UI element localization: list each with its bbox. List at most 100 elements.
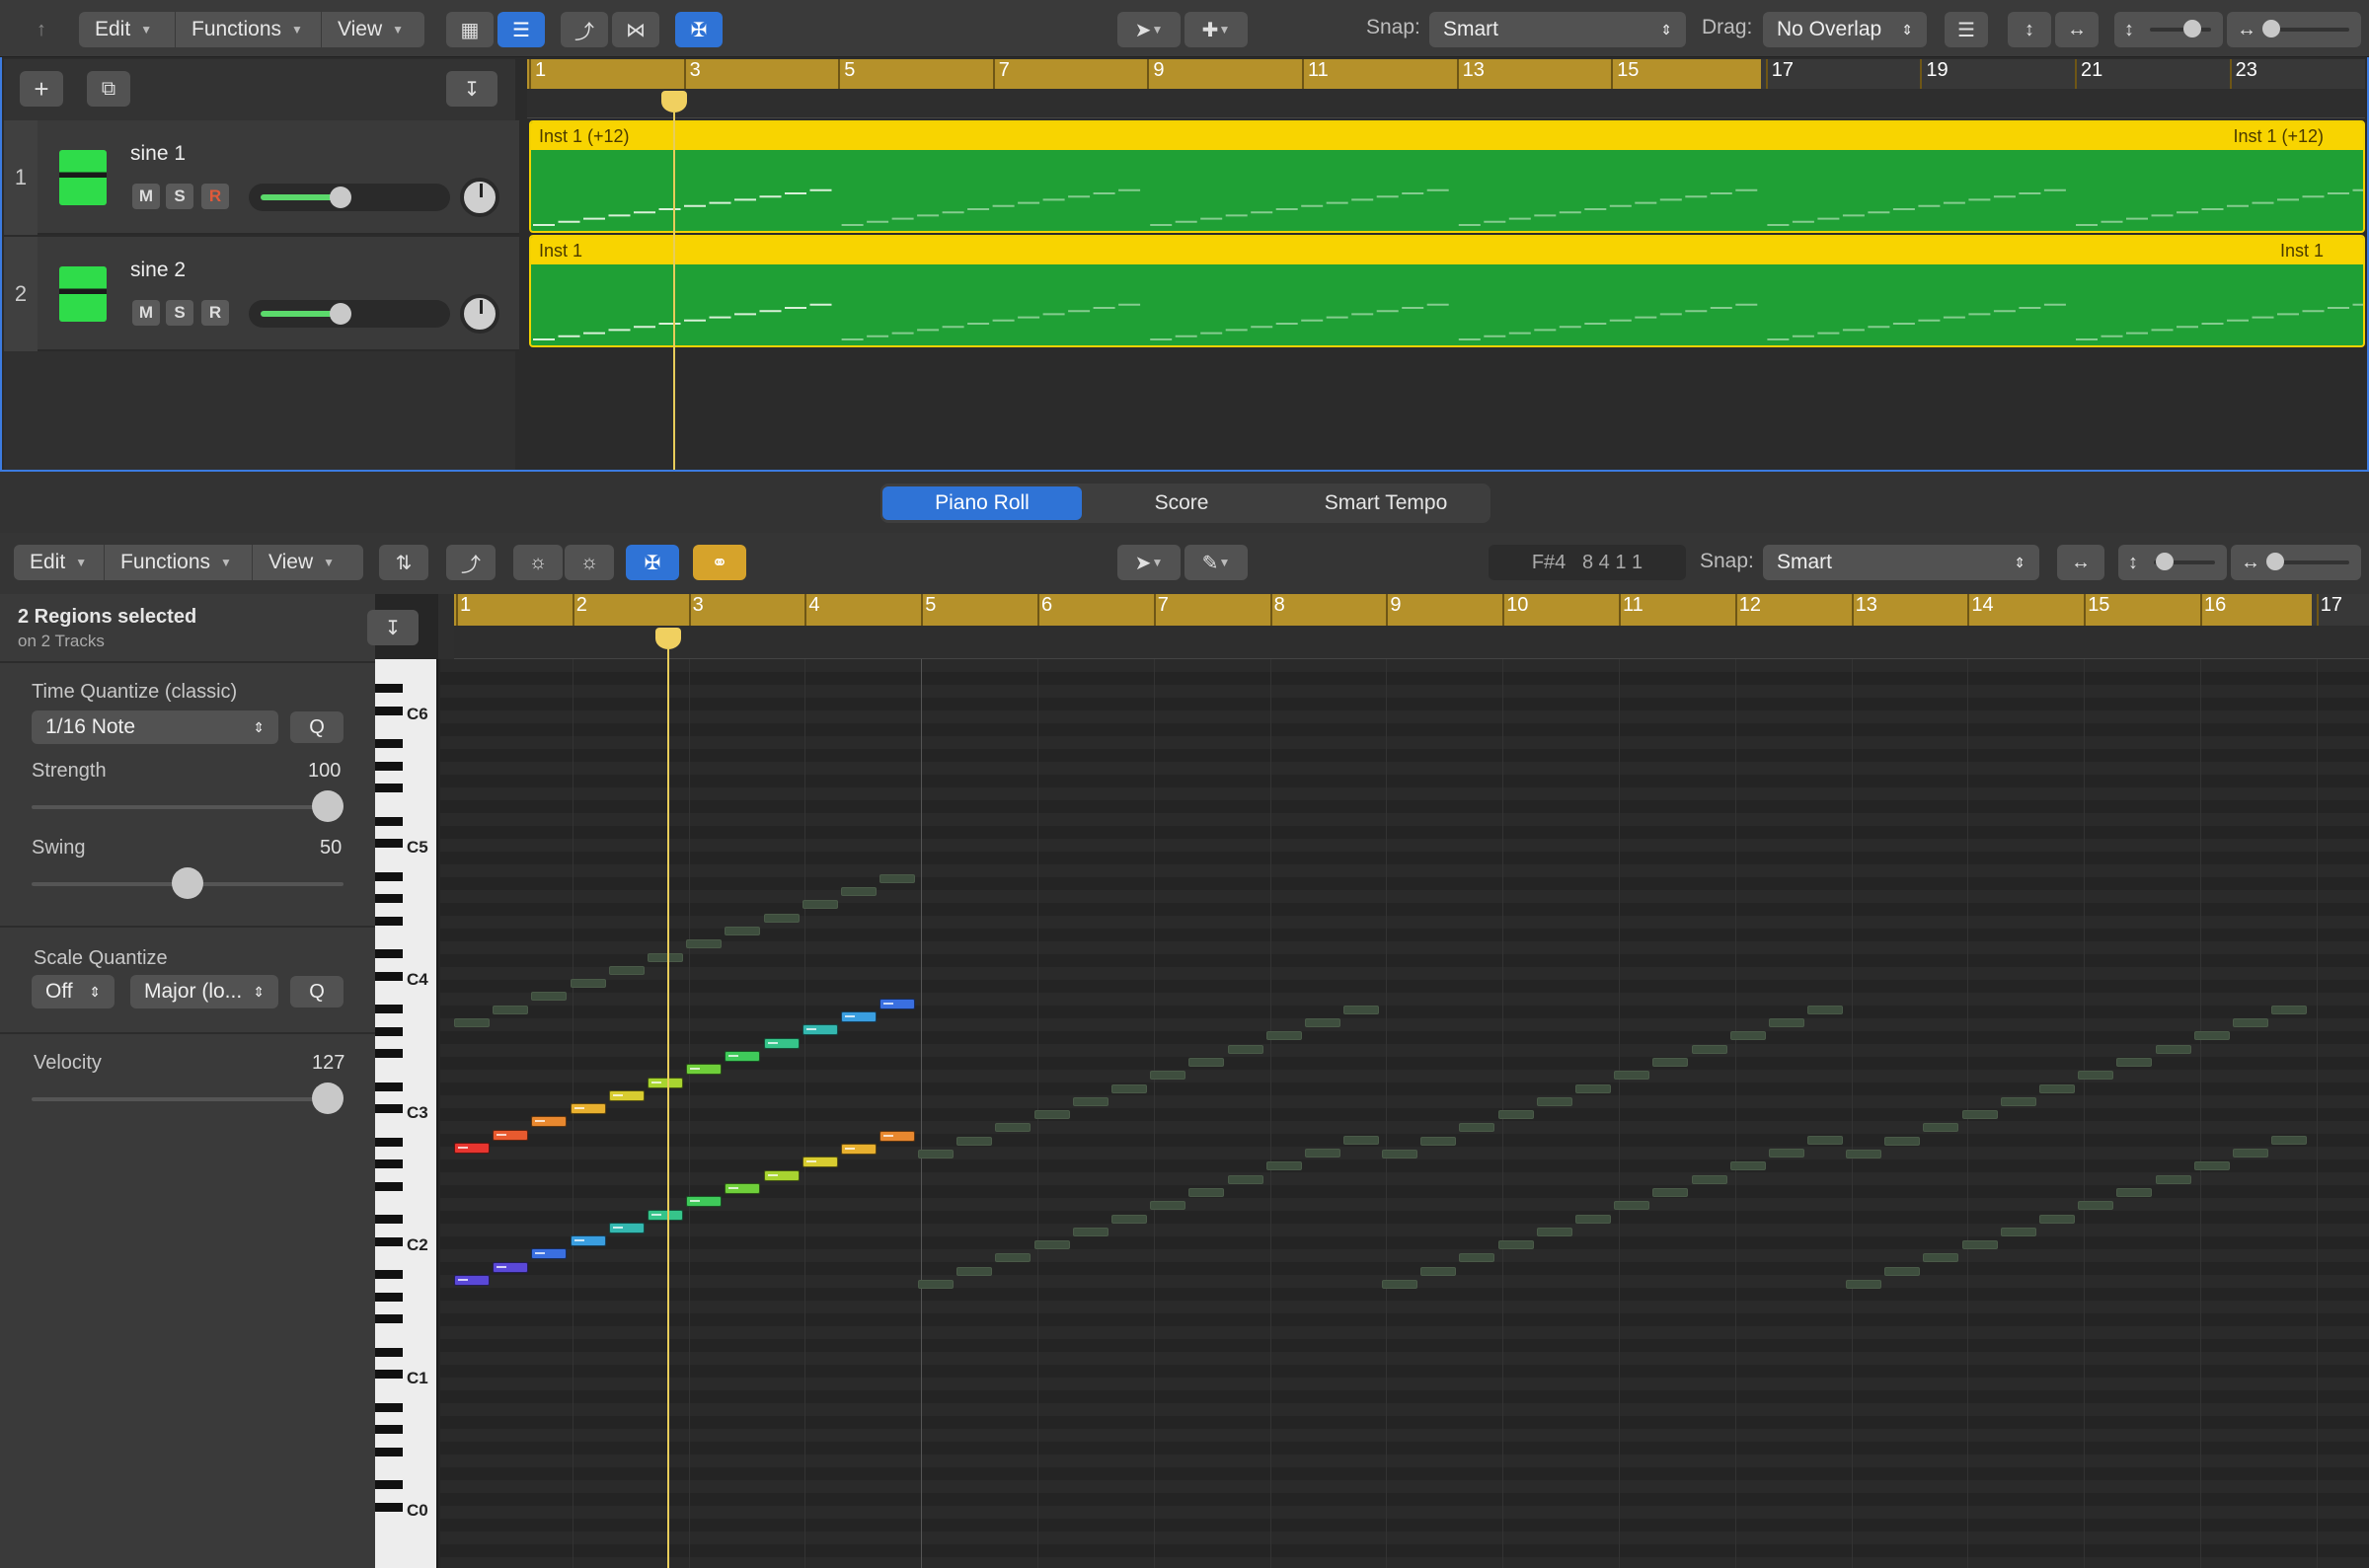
track-row[interactable]: 1 sine 1 M S R [4,120,519,235]
black-key[interactable] [375,1270,403,1280]
strength-slider[interactable] [32,805,344,809]
black-key[interactable] [375,1215,403,1225]
black-key[interactable] [375,1447,403,1456]
volume-knob[interactable] [330,303,352,325]
horizontal-zoom-slider[interactable] [2266,553,2349,570]
midi-note[interactable] [608,1089,645,1101]
black-key[interactable] [375,761,403,771]
midi-note[interactable] [454,1143,490,1154]
tab-piano-roll[interactable]: Piano Roll [882,486,1082,520]
top-view-menu[interactable]: View ▼ [322,12,424,47]
top-functions-menu[interactable]: Functions ▼ [176,12,322,47]
black-key[interactable] [375,1026,403,1036]
list-view-icon[interactable]: ☰ [497,12,545,47]
midi-note[interactable] [493,1129,529,1141]
midi-note[interactable] [841,1011,877,1022]
black-key[interactable] [375,1425,403,1435]
midi-region[interactable]: Inst 1 Inst 1 [529,235,2365,347]
time-quantize-dropdown[interactable]: 1/16 Note ⇕ [32,710,278,744]
black-key[interactable] [375,894,403,904]
black-key[interactable] [375,1370,403,1380]
strength-knob[interactable] [312,790,344,822]
midi-region[interactable]: Inst 1 (+12) Inst 1 (+12) [529,120,2365,233]
tab-smart-tempo[interactable]: Smart Tempo [1283,486,1489,520]
tracks-ruler[interactable] [527,59,1761,89]
black-key[interactable] [375,1159,403,1169]
top-snap-dropdown[interactable]: Smart ⇕ [1429,12,1686,47]
grid-view-icon[interactable]: ▦ [446,12,494,47]
velocity-slider[interactable] [32,1097,344,1101]
solo-button[interactable]: S [166,184,193,209]
midi-note[interactable] [648,1209,683,1221]
midi-note[interactable] [763,1169,800,1181]
black-key[interactable] [375,1347,403,1357]
quantize-button[interactable]: Q [290,711,344,743]
midi-note[interactable] [879,1130,916,1142]
midi-in-icon[interactable]: ☼ [513,545,563,580]
black-key[interactable] [375,1137,403,1147]
volume-knob[interactable] [330,187,352,208]
black-key[interactable] [375,1005,403,1014]
mute-button[interactable]: M [132,300,160,326]
black-key[interactable] [375,1049,403,1059]
horizontal-zoom-slider[interactable] [2262,20,2349,37]
midi-note[interactable] [531,1116,568,1128]
editor-functions-menu[interactable]: Functions ▼ [105,545,253,580]
track-name[interactable]: sine 1 [130,142,186,166]
automation-icon[interactable]: ⤴ [446,545,496,580]
pointer-tool-icon[interactable]: ➤ ▼ [1117,12,1181,47]
black-key[interactable] [375,1082,403,1091]
inspector-download-icon[interactable]: ↧ [367,610,419,645]
catch-playhead-icon[interactable]: ✠ [626,545,679,580]
solo-button[interactable]: S [166,300,193,326]
horizontal-fit-icon[interactable]: ↔ [2057,545,2104,580]
black-key[interactable] [375,839,403,849]
mute-button[interactable]: M [132,184,160,209]
black-key[interactable] [375,916,403,926]
black-key[interactable] [375,1402,403,1412]
vertical-zoom-slider[interactable] [2150,20,2211,37]
note-grid[interactable] [440,659,2369,1568]
pan-knob[interactable] [460,294,499,334]
flex-icon[interactable]: ⋈ [612,12,659,47]
midi-note[interactable] [608,1222,645,1233]
midi-note[interactable] [802,1157,838,1168]
black-key[interactable] [375,1314,403,1324]
midi-note[interactable] [686,1064,723,1076]
tab-score[interactable]: Score [1082,486,1281,520]
collapse-icon[interactable]: ⇅ [379,545,428,580]
midi-out-icon[interactable]: ☼ [565,545,614,580]
track-name[interactable]: sine 2 [130,259,186,282]
midi-note[interactable] [570,1235,606,1247]
midi-note[interactable] [454,1275,490,1286]
playhead-handle[interactable] [655,628,681,649]
piano-ruler[interactable] [454,594,2312,626]
midi-note[interactable] [879,998,916,1009]
editor-edit-menu[interactable]: Edit ▼ [14,545,105,580]
track-row[interactable]: 2 sine 2 M S R [4,237,519,351]
black-key[interactable] [375,971,403,981]
scale-mode-dropdown[interactable]: Major (lo... ⇕ [130,975,278,1008]
midi-note[interactable] [648,1077,683,1088]
midi-note[interactable] [841,1144,877,1155]
swing-knob[interactable] [172,867,203,899]
black-key[interactable] [375,1502,403,1512]
editor-view-menu[interactable]: View ▼ [253,545,363,580]
black-key[interactable] [375,1480,403,1490]
black-key[interactable] [375,706,403,715]
midi-note[interactable] [725,1182,761,1194]
playhead-handle[interactable] [661,91,687,112]
midi-note[interactable] [802,1024,838,1036]
black-key[interactable] [375,739,403,749]
vertical-fit-icon[interactable]: ↕ [2008,12,2051,47]
midi-note[interactable] [570,1103,606,1115]
black-key[interactable] [375,1181,403,1191]
midi-note[interactable] [531,1248,568,1260]
scale-quantize-button[interactable]: Q [290,976,344,1008]
midi-note[interactable] [686,1196,723,1208]
link-icon[interactable]: ⚭ [693,545,746,580]
up-arrow-icon[interactable]: ↑ [24,12,59,47]
black-key[interactable] [375,871,403,881]
midi-note[interactable] [493,1261,529,1273]
automation-icon[interactable]: ⤴ [561,12,608,47]
